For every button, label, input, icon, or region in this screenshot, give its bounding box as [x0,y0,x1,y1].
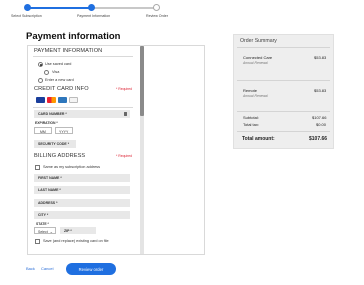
payment-section-divider [33,56,133,57]
summary-item-1-sub: Annual Renewal [243,61,268,65]
step-3-dot [153,4,160,11]
save-card-checkbox[interactable] [35,239,40,244]
step-3-label: Review Order [146,14,168,18]
tax-value: $0.00 [316,122,327,127]
visa-logo-icon [36,97,45,103]
city-field[interactable]: CITY * [34,211,130,219]
cancel-link[interactable]: Cancel [41,267,53,271]
amex-logo-icon [58,97,67,103]
back-link[interactable]: Back [26,267,35,271]
last-name-label: LAST NAME * [38,188,61,193]
expiration-month-field[interactable]: MM [34,127,52,134]
summary-item-1-name: Connected Care [243,55,273,60]
last-name-field[interactable]: LAST NAME * [34,186,130,194]
tax-label: Total tax: [243,122,260,127]
total-value: $107.66 [309,136,328,142]
subtotal-label: Subtotal: [243,115,259,120]
summary-divider-1 [237,80,330,81]
order-summary-title: Order Summary [240,38,277,44]
payment-form-panel [27,45,205,255]
new-card-radio[interactable] [38,78,43,83]
address-field[interactable]: ADDRESS * [34,199,130,207]
zip-field[interactable]: ZIP * [60,227,96,234]
review-order-label: Review order [78,267,104,272]
step-2-dot [88,4,95,11]
card-number-label: CARD NUMBER * [38,112,67,117]
year-placeholder: YYYY [59,129,69,134]
first-name-field[interactable]: FIRST NAME * [34,174,130,182]
summary-item-1-price: $53.83 [314,55,327,60]
expiration-label: EXPIRATION * [35,121,58,125]
save-card-label[interactable]: Save (and replace) existing card on file [43,239,109,244]
security-code-field[interactable]: SECURITY CODE * [34,140,76,148]
summary-divider-3 [237,131,330,132]
page-title: Payment information [26,31,121,42]
card-section-title: CREDIT CARD INFO [34,86,89,92]
card-lock-icon [124,112,127,116]
saved-card-radio[interactable] [38,62,43,67]
visa-radio[interactable] [44,70,49,75]
state-select[interactable]: Select ⌄ [34,227,56,234]
billing-section-title: BILLING ADDRESS [34,153,86,159]
first-name-label: FIRST NAME * [38,176,62,181]
saved-card-label[interactable]: Use saved card [45,62,71,67]
state-select-value: Select [38,229,48,234]
city-label: CITY * [38,213,49,218]
summary-item-2-name: Remote [243,88,258,93]
state-label: STATE * [36,222,49,226]
summary-item-2-sub: Annual Renewal [243,94,268,98]
step-1-label: Select Subscription [11,14,42,18]
same-address-checkbox[interactable] [35,165,40,170]
stepper-line-pending [91,7,156,9]
summary-divider-top [237,47,330,48]
card-number-field[interactable]: CARD NUMBER * [34,110,130,118]
same-address-label[interactable]: Same as my subscription address [43,165,100,170]
stepper-line-done [27,7,91,9]
step-1-dot [24,4,31,11]
billing-required-note: * Required [116,154,133,158]
month-placeholder: MM [40,129,46,134]
card-required-note: * Required [116,87,133,91]
review-order-button[interactable]: Review order [66,263,116,275]
card-section-divider [33,107,133,108]
chevron-down-icon: ⌄ [49,228,53,234]
mastercard-logo-icon [47,97,56,103]
step-2-label: Payment Information [77,14,111,18]
address-label: ADDRESS * [38,201,58,206]
subtotal-value: $107.66 [312,115,327,120]
security-code-label: SECURITY CODE * [38,142,70,147]
discover-logo-icon [69,97,78,103]
form-scrollbar-thumb[interactable] [140,46,144,116]
visa-label[interactable]: Visa [52,70,59,75]
summary-divider-2 [237,111,330,112]
zip-label: ZIP * [64,228,72,233]
total-label: Total amount: [242,136,275,142]
summary-item-2-price: $53.83 [314,88,327,93]
new-card-label[interactable]: Enter a new card [45,78,74,83]
payment-section-title: PAYMENT INFORMATION [34,48,103,54]
expiration-year-field[interactable]: YYYY [55,127,73,134]
